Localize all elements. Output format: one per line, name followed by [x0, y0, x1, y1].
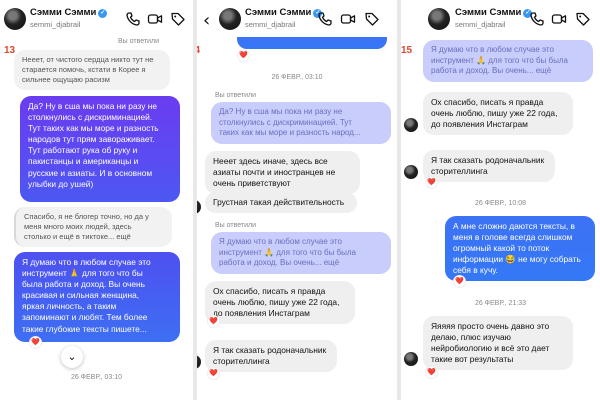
message-incoming[interactable]: Спасибо, я не блогер точно, но да у меня… [14, 207, 172, 247]
replied-label: Вы ответили [118, 38, 160, 45]
tag-icon[interactable] [170, 11, 186, 27]
avatar[interactable] [404, 165, 418, 179]
message-incoming[interactable]: Грустная такая действительность [205, 192, 357, 214]
message-outgoing[interactable]: А мне сложно даются тексты, в меня в гол… [445, 216, 595, 282]
heart-icon[interactable]: ❤️ [425, 366, 438, 379]
heart-icon[interactable]: ❤️ [207, 367, 220, 380]
message-outgoing[interactable]: Я думаю что в любом случае это инструмен… [14, 252, 180, 342]
avatar[interactable] [197, 355, 201, 369]
message-incoming[interactable]: Ох спасибо, писать я правда очень люблю,… [205, 281, 355, 325]
message-incoming[interactable]: Нееет здесь иначе, здесь все азиаты почт… [205, 151, 360, 195]
message-incoming[interactable]: Яяяяя просто очень давно это делаю, плюс… [423, 316, 573, 371]
timestamp: 26 ФЕВР., 21:33 [474, 300, 527, 307]
avatar[interactable] [197, 200, 201, 214]
avatar[interactable] [219, 8, 241, 30]
contact-username: semmi_djabrail [245, 20, 296, 29]
contact-username: semmi_djabrail [455, 20, 506, 29]
message-outgoing[interactable]: Да? Ну в сша мы пока ни разу не столкнул… [20, 96, 180, 202]
heart-icon[interactable]: ❤️ [207, 315, 220, 328]
avatar[interactable] [4, 8, 26, 30]
chevron-down-icon[interactable]: ⌄ [61, 346, 83, 368]
chat-panel-2: ‹ Сэмми Сэмми✓ semmi_djabrail 14 ❤️ 26 Ф… [197, 0, 397, 400]
contact-name[interactable]: Сэмми Сэмми ✓ [245, 7, 323, 18]
message-incoming[interactable]: Я так сказать родоначальник сторителлинг… [423, 150, 555, 183]
heart-icon[interactable]: ❤️ [237, 49, 250, 62]
back-arrow-icon[interactable]: ‹ [203, 12, 215, 30]
quoted-message[interactable]: Я думаю что в любом случае это инструмен… [211, 232, 391, 274]
chat-header: Сэмми Сэмми ✓ semmi_djabrail [0, 0, 193, 40]
contact-name[interactable]: Сэмми Сэмми ✓ [455, 7, 533, 18]
heart-icon[interactable]: ❤️ [453, 275, 466, 288]
tag-icon[interactable] [575, 11, 591, 27]
chat-panel-3: Сэмми Сэмми ✓ semmi_djabrail 15 Я думаю ч… [401, 0, 600, 400]
replied-label: Вы ответили [215, 92, 257, 99]
page-number: 13 [4, 45, 16, 56]
page-number: 15 [401, 45, 413, 56]
message-outgoing-tail[interactable] [237, 37, 387, 49]
replied-label: Вы ответили [215, 222, 257, 229]
phone-icon[interactable] [529, 11, 545, 27]
timestamp: 26 ФЕВР., 10:08 [474, 200, 527, 207]
quoted-message[interactable]: Да? Ну в сша мы пока ни разу не столкнул… [211, 102, 391, 144]
chat-header: Сэмми Сэмми ✓ semmi_djabrail [401, 0, 600, 40]
contact-name[interactable]: Сэмми Сэмми ✓ [30, 7, 108, 18]
verified-icon: ✓ [98, 9, 108, 18]
tag-icon[interactable] [364, 11, 380, 27]
chat-header: ‹ Сэмми Сэмми ✓ semmi_djabrail [197, 0, 397, 40]
timestamp: 26 ФЕВР., 03:10 [271, 74, 323, 81]
phone-icon[interactable] [317, 11, 333, 27]
avatar[interactable] [404, 352, 418, 366]
message-incoming[interactable]: Ох спасибо, писать я правда очень люблю,… [423, 92, 573, 136]
phone-icon[interactable] [125, 11, 141, 27]
timestamp: 26 ФЕВР., 03:10 [70, 374, 123, 381]
video-icon[interactable] [147, 11, 163, 27]
avatar[interactable] [404, 118, 418, 132]
contact-username: semmi_djabrail [30, 20, 81, 29]
video-icon[interactable] [551, 11, 567, 27]
video-icon[interactable] [340, 11, 356, 27]
quoted-message[interactable]: Нееет, от чистого сердца никто тут не ст… [14, 50, 170, 90]
heart-icon[interactable]: ❤️ [425, 176, 438, 189]
page-number: 14 [197, 45, 201, 56]
avatar[interactable] [428, 8, 450, 30]
chat-panel-1: Сэмми Сэмми ✓ semmi_djabrail 13 Вы ответи… [0, 0, 193, 400]
quoted-message[interactable]: Я думаю что в любом случае это инструмен… [423, 40, 593, 82]
heart-icon[interactable]: ❤️ [29, 336, 42, 349]
message-incoming[interactable]: Я так сказать родоначальник сторителлинг… [205, 340, 337, 373]
